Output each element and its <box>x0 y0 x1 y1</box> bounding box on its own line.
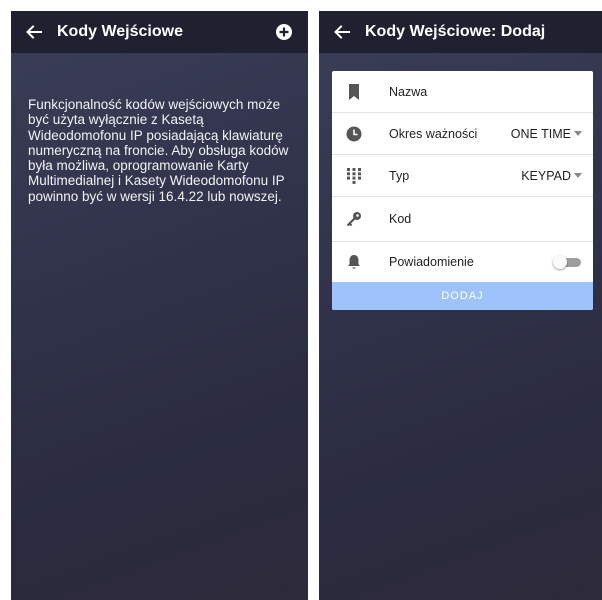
app-bar: Kody Wejściowe: Dodaj <box>319 11 602 53</box>
plus-circle-icon <box>276 24 292 40</box>
info-message: Funkcjonalność kodów wejściowych może by… <box>28 97 289 204</box>
validity-field[interactable]: Okres ważności ONE TIME <box>332 113 593 155</box>
add-code-form: Nazwa Okres ważności ONE TIME Typ KEYPAD… <box>332 71 593 310</box>
arrow-left-icon <box>26 25 42 39</box>
back-button[interactable] <box>331 21 353 43</box>
back-button[interactable] <box>23 21 45 43</box>
code-field[interactable]: Kod <box>332 197 593 242</box>
app-bar: Kody Wejściowe <box>11 11 308 53</box>
notification-label: Powiadomienie <box>389 255 474 269</box>
bookmark-icon <box>346 83 362 100</box>
chevron-down-icon <box>574 131 582 136</box>
validity-label: Okres ważności <box>389 126 478 141</box>
type-field[interactable]: Typ KEYPAD <box>332 155 593 197</box>
notification-toggle[interactable] <box>553 255 581 269</box>
page-title: Kody Wejściowe <box>57 23 183 40</box>
entry-codes-screen: Kody Wejściowe Funkcjonalność kodów wejś… <box>11 11 308 600</box>
name-label: Nazwa <box>389 84 428 99</box>
page-title: Kody Wejściowe: Dodaj <box>365 23 546 40</box>
notification-field: Powiadomienie <box>332 242 593 282</box>
bell-icon <box>346 254 362 270</box>
arrow-left-icon <box>334 25 350 39</box>
submit-button[interactable]: DODAJ <box>332 282 593 310</box>
type-select[interactable]: KEYPAD <box>521 169 571 183</box>
code-label: Kod <box>389 212 412 226</box>
clock-icon <box>346 126 362 142</box>
chevron-down-icon <box>574 173 582 178</box>
type-label: Typ <box>389 168 410 183</box>
name-field[interactable]: Nazwa <box>332 71 593 113</box>
add-entry-code-screen: Kody Wejściowe: Dodaj Nazwa Okres ważnoś… <box>319 11 602 600</box>
validity-select[interactable]: ONE TIME <box>511 127 571 141</box>
keypad-icon <box>346 167 362 184</box>
add-code-button[interactable] <box>274 22 294 42</box>
toggle-thumb <box>553 255 567 269</box>
key-icon <box>346 211 362 227</box>
